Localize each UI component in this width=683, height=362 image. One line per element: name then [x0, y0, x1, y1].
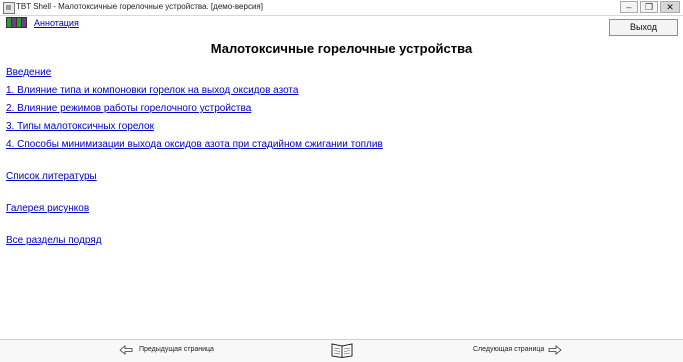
minimize-button[interactable]: –: [620, 1, 638, 13]
link-all-sections[interactable]: Все разделы подряд: [6, 235, 102, 246]
right-arrow-icon[interactable]: [548, 345, 562, 355]
link-references[interactable]: Список литературы: [6, 171, 97, 182]
link-section-3[interactable]: 3. Типы малотоксичных горелок: [6, 121, 154, 132]
page-title: Малотоксичные горелочные устройства: [210, 41, 473, 56]
link-section-1[interactable]: 1. Влияние типа и компоновки горелок на …: [6, 85, 298, 96]
maximize-button[interactable]: ❐: [640, 1, 658, 13]
window-title: TBT Shell - Малотоксичные горелочные уст…: [16, 2, 263, 11]
annotation-link[interactable]: Аннотация: [34, 18, 79, 28]
link-gallery[interactable]: Галерея рисунков: [6, 203, 89, 214]
book-icon: [6, 17, 28, 28]
close-button[interactable]: ✕: [660, 1, 680, 13]
exit-button[interactable]: Выход: [609, 19, 678, 36]
title-bar: TBT Shell - Малотоксичные горелочные уст…: [0, 0, 683, 16]
next-page-button[interactable]: Следующая страница: [473, 346, 544, 353]
left-arrow-icon[interactable]: [119, 345, 133, 355]
app-icon[interactable]: [3, 2, 15, 14]
link-introduction[interactable]: Введение: [6, 67, 51, 78]
link-section-2[interactable]: 2. Влияние режимов работы горелочного ус…: [6, 103, 251, 114]
open-book-icon[interactable]: [331, 342, 353, 358]
toolbar: [0, 16, 683, 36]
link-section-4[interactable]: 4. Способы минимизации выхода оксидов аз…: [6, 139, 383, 150]
prev-page-button[interactable]: Предыдущая страница: [139, 346, 214, 353]
